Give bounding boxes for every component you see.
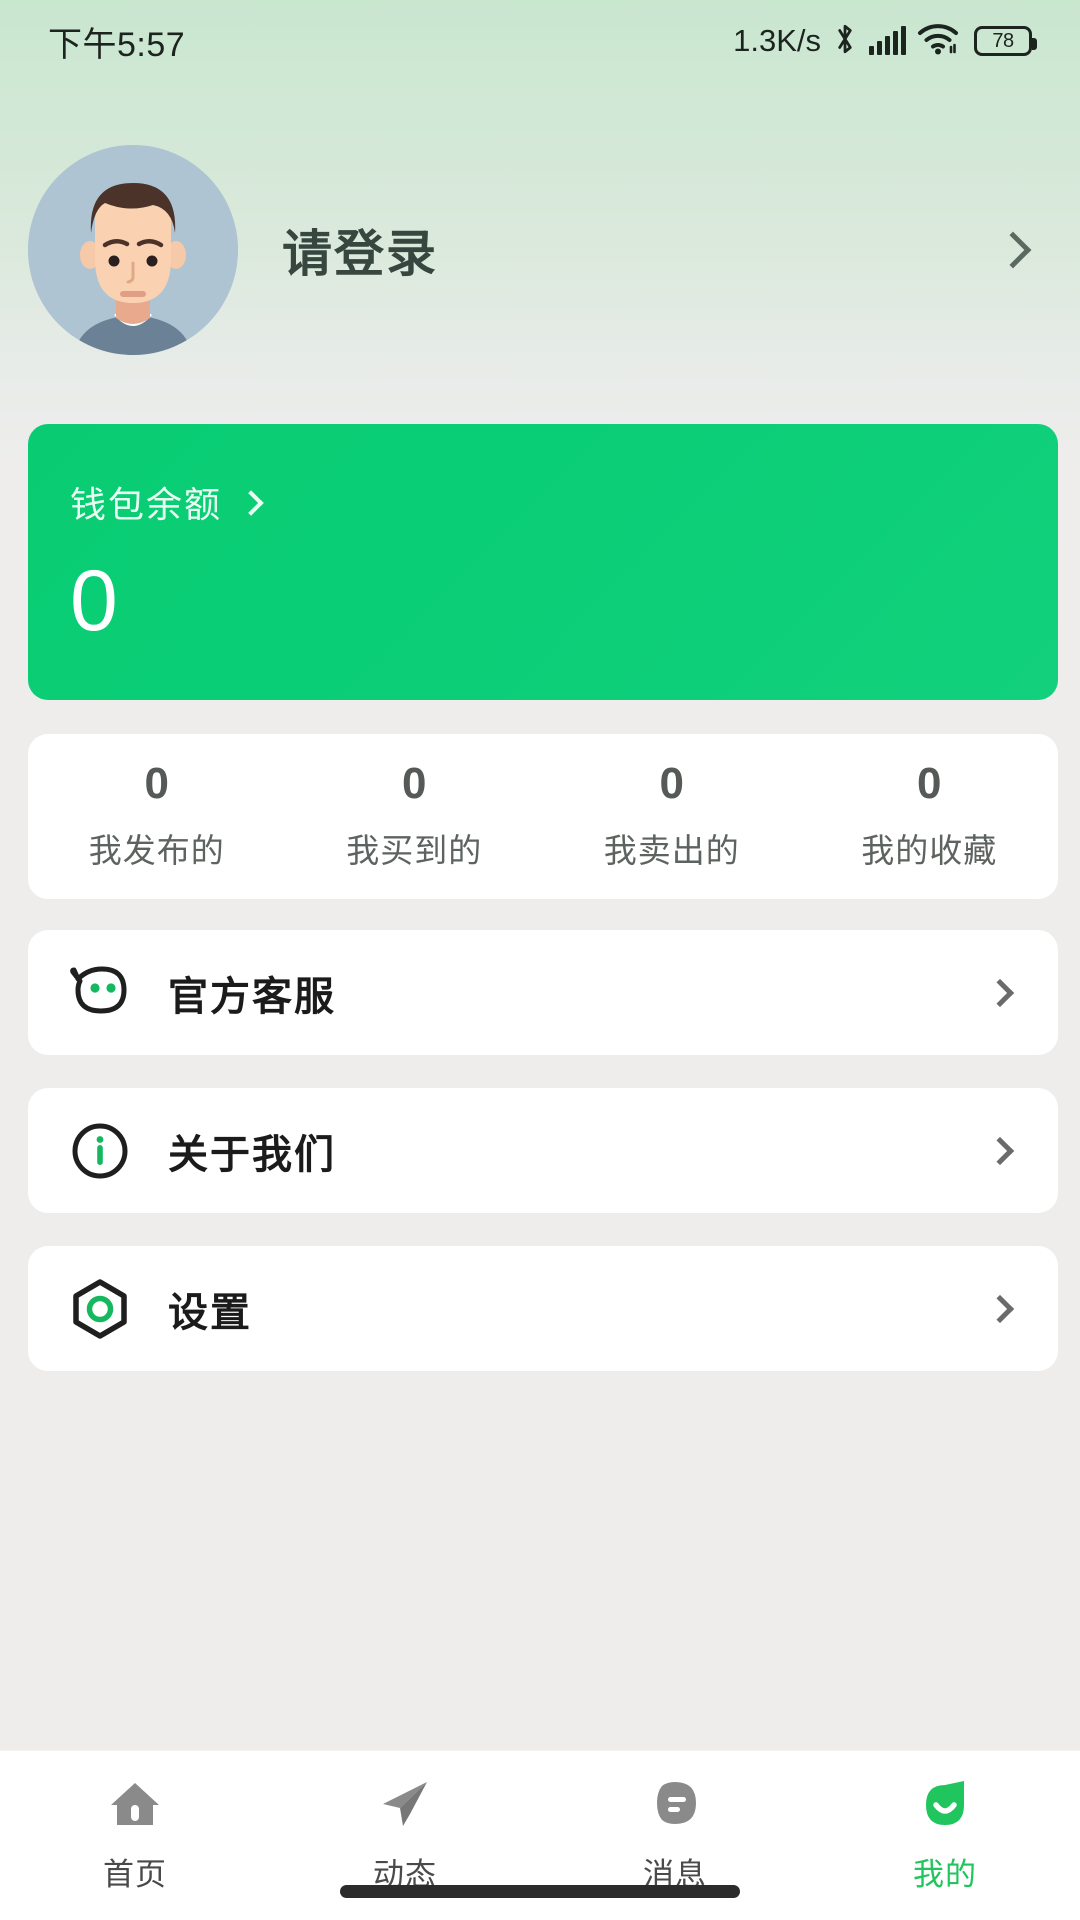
stat-item-published[interactable]: 0 我发布的 xyxy=(28,758,286,872)
menu-item-about-us[interactable]: 关于我们 xyxy=(28,1088,1058,1213)
menu-item-label: 关于我们 xyxy=(168,1132,336,1177)
stat-label: 我发布的 xyxy=(88,831,225,869)
settings-hexagon-icon xyxy=(64,1273,136,1345)
stat-label: 我买到的 xyxy=(346,831,483,869)
info-icon xyxy=(64,1115,136,1187)
nav-item-label: 我的 xyxy=(913,1857,977,1892)
avatar[interactable] xyxy=(28,145,238,355)
chevron-right-icon[interactable] xyxy=(994,231,1032,269)
wallet-card[interactable]: 钱包余额 0 xyxy=(28,424,1058,700)
profile-header[interactable]: 请登录 xyxy=(0,145,1080,355)
stat-item-bought[interactable]: 0 我买到的 xyxy=(286,758,544,872)
bluetooth-icon xyxy=(832,22,858,61)
wifi-icon xyxy=(917,23,959,60)
chevron-right-icon[interactable] xyxy=(985,1294,1015,1323)
cellular-signal-icon xyxy=(869,26,906,55)
stat-value: 0 xyxy=(144,758,169,808)
battery-icon: 78 xyxy=(974,26,1037,56)
wallet-balance-label: 钱包余额 xyxy=(70,484,223,525)
menu-item-label: 设置 xyxy=(168,1290,252,1335)
nav-item-moments[interactable]: 动态 xyxy=(270,1773,540,1894)
stat-value: 0 xyxy=(402,758,427,808)
status-time: 下午5:57 xyxy=(48,25,186,64)
battery-level-label: 78 xyxy=(992,30,1014,52)
customer-service-icon xyxy=(64,957,136,1029)
home-icon xyxy=(106,1773,164,1835)
menu-item-customer-service[interactable]: 官方客服 xyxy=(28,930,1058,1055)
stat-item-favorites[interactable]: 0 我的收藏 xyxy=(801,758,1059,872)
nav-item-label: 首页 xyxy=(103,1857,167,1892)
wallet-label-row[interactable]: 钱包余额 xyxy=(70,476,1058,528)
stat-label: 我的收藏 xyxy=(861,831,998,869)
login-prompt-label: 请登录 xyxy=(282,226,438,282)
menu-item-label: 官方客服 xyxy=(168,974,336,1019)
status-icons: 1.3K/s 78 xyxy=(733,22,1037,61)
stat-value: 0 xyxy=(659,758,684,808)
status-bar: 下午5:57 1.3K/s 78 xyxy=(0,0,1080,82)
nav-item-messages[interactable]: 消息 xyxy=(540,1773,810,1894)
paper-plane-icon xyxy=(376,1773,434,1835)
stat-value: 0 xyxy=(917,758,942,808)
network-speed-label: 1.3K/s xyxy=(733,23,821,58)
stats-card: 0 我发布的 0 我买到的 0 我卖出的 0 我的收藏 xyxy=(28,734,1058,899)
stat-label: 我卖出的 xyxy=(603,831,740,869)
profile-leaf-icon xyxy=(916,1773,974,1835)
stat-item-sold[interactable]: 0 我卖出的 xyxy=(543,758,801,872)
menu-item-settings[interactable]: 设置 xyxy=(28,1246,1058,1371)
home-indicator[interactable] xyxy=(340,1885,740,1898)
wallet-balance-amount: 0 xyxy=(70,553,118,649)
message-icon xyxy=(646,1773,704,1835)
chevron-right-icon[interactable] xyxy=(985,978,1015,1007)
nav-item-home[interactable]: 首页 xyxy=(0,1773,270,1894)
chevron-right-icon[interactable] xyxy=(985,1136,1015,1165)
nav-item-profile[interactable]: 我的 xyxy=(810,1773,1080,1894)
chevron-right-icon[interactable] xyxy=(238,490,264,516)
